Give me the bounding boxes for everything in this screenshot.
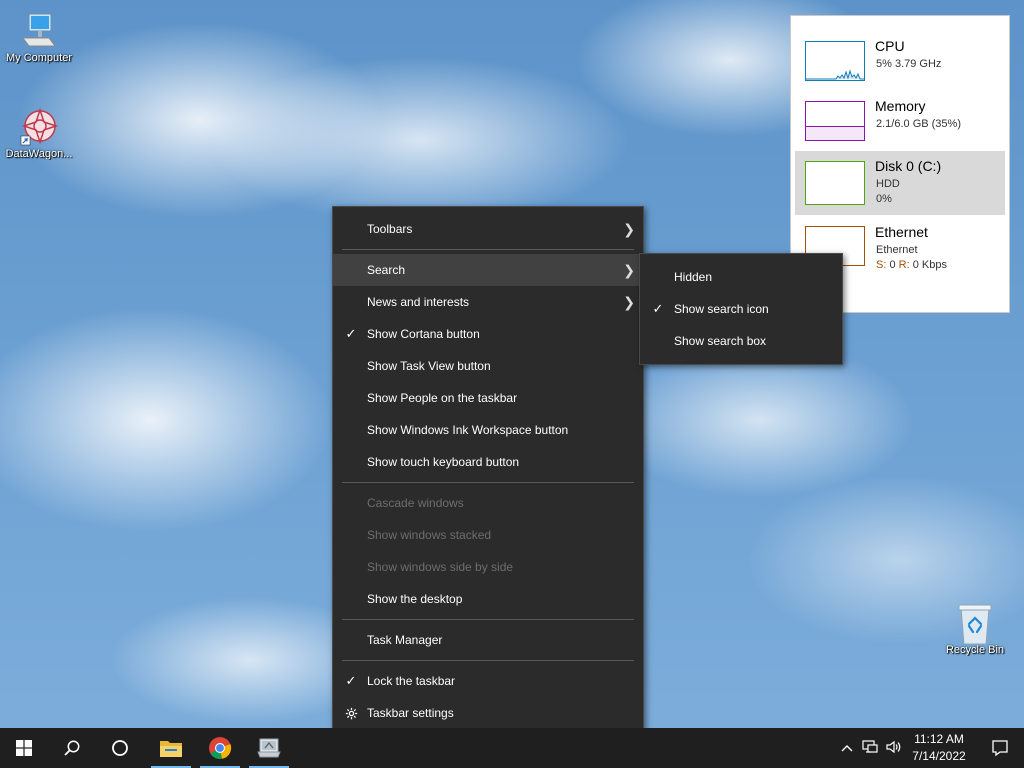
file-explorer-icon [160,741,182,757]
perf-disk[interactable]: Disk 0 (C:) HDD 0% [795,151,1005,215]
desktop-icon-datawagon[interactable]: DataWagon... [1,106,77,160]
menu-item-show-people[interactable]: Show People on the taskbar [333,382,643,414]
perf-name: Ethernet [876,244,918,256]
perf-title: Disk 0 (C:) [875,158,942,174]
datawagon-icon [19,106,59,146]
perf-detail: 2.1/6.0 GB (35%) [876,118,961,130]
app-icon [257,738,281,758]
memory-graph [805,101,865,141]
submenu-item-hidden[interactable]: Hidden [640,261,842,293]
gear-icon [344,697,358,729]
menu-separator [342,482,634,483]
desktop-icon-recycle-bin[interactable]: Recycle Bin [937,602,1013,656]
disk-graph [805,161,865,205]
clock[interactable]: 11:12 AM 7/14/2022 [905,731,973,765]
menu-item-label: Show search box [674,334,767,348]
menu-item-label: Show People on the taskbar [367,391,518,405]
menu-item-label: Task Manager [367,633,443,647]
recv-value: 0 Kbps [912,259,947,271]
menu-item-label: Show search icon [674,302,769,316]
volume-icon[interactable] [882,740,906,757]
system-tray [836,728,906,768]
cortana-icon [112,740,128,756]
menu-item-label: Taskbar settings [367,706,454,720]
perf-detail: 0% [876,193,892,205]
chevron-right-icon: ❯ [623,294,635,310]
submenu-item-show-search-icon[interactable]: ✓ Show search icon [640,293,842,325]
file-explorer-button[interactable] [147,728,195,768]
menu-separator [342,249,634,250]
chrome-icon [209,737,232,759]
menu-item-show-desktop[interactable]: Show the desktop [333,583,643,615]
menu-item-show-touch-keyboard[interactable]: Show touch keyboard button [333,446,643,478]
checkmark-icon: ✓ [345,326,357,341]
menu-item-lock-taskbar[interactable]: ✓ Lock the taskbar [333,665,643,697]
menu-item-label: Show the desktop [367,592,463,606]
menu-item-show-task-view-button[interactable]: Show Task View button [333,350,643,382]
perf-title: CPU [875,38,905,54]
chrome-button[interactable] [196,728,244,768]
menu-item-cascade-windows: Cascade windows [333,487,643,519]
search-submenu: Hidden ✓ Show search icon Show search bo… [639,253,843,365]
chevron-up-icon[interactable] [836,741,858,755]
search-icon [64,740,80,756]
menu-item-task-manager[interactable]: Task Manager [333,624,643,656]
menu-item-label: Show Windows Ink Workspace button [367,423,569,437]
chevron-right-icon: ❯ [623,221,635,237]
menu-item-label: Lock the taskbar [367,674,456,688]
menu-item-label: Cascade windows [367,496,464,510]
computer-icon [19,10,59,50]
menu-item-show-cortana-button[interactable]: ✓ Show Cortana button [333,318,643,350]
menu-item-label: Hidden [674,270,713,284]
menu-item-windows-side-by-side: Show windows side by side [333,551,643,583]
menu-item-label: News and interests [367,295,470,309]
network-icon[interactable] [858,739,882,757]
menu-item-toolbars[interactable]: Toolbars ❯ [333,213,643,245]
menu-item-label: Search [367,263,406,277]
menu-separator [342,660,634,661]
perf-memory[interactable]: Memory 2.1/6.0 GB (35%) [795,91,1005,151]
recycle-bin-icon [955,602,995,645]
app-button[interactable] [245,728,293,768]
checkmark-icon: ✓ [345,673,357,688]
menu-item-windows-stacked: Show windows stacked [333,519,643,551]
menu-item-label: Toolbars [367,222,413,236]
chevron-right-icon: ❯ [623,262,635,278]
menu-item-label: Show windows stacked [367,528,492,542]
desktop-icon-my-computer[interactable]: My Computer [1,10,77,64]
send-label: S: [876,259,887,271]
menu-item-news-and-interests[interactable]: News and interests ❯ [333,286,643,318]
taskbar[interactable]: 11:12 AM 7/14/2022 [0,728,1024,768]
perf-type: HDD [876,178,900,190]
menu-item-label: Show touch keyboard button [367,455,520,469]
submenu-item-show-search-box[interactable]: Show search box [640,325,842,357]
send-value: 0 [889,259,896,271]
cortana-button[interactable] [96,728,144,768]
cpu-graph [805,41,865,81]
perf-title: Ethernet [875,224,928,240]
menu-item-label: Show Cortana button [367,327,480,341]
perf-throughput: S: 0 R: 0 Kbps [876,259,947,271]
menu-item-show-ink-workspace[interactable]: Show Windows Ink Workspace button [333,414,643,446]
menu-item-label: Show windows side by side [367,560,514,574]
desktop-icon-label: DataWagon... [5,148,73,160]
perf-detail: 5% 3.79 GHz [876,58,942,70]
notification-icon [992,740,1008,757]
perf-cpu[interactable]: CPU 5% 3.79 GHz [795,31,1005,91]
menu-item-search[interactable]: Search ❯ [333,254,643,286]
taskbar-context-menu: Toolbars ❯ Search ❯ News and interests ❯… [332,206,644,736]
desktop-icon-label: My Computer [5,52,73,64]
start-button[interactable] [0,728,48,768]
perf-title: Memory [875,98,926,114]
clock-date: 7/14/2022 [912,749,966,763]
clock-time: 11:12 AM [914,732,964,746]
menu-item-label: Show Task View button [367,359,491,373]
search-button[interactable] [48,728,96,768]
checkmark-icon: ✓ [652,301,664,316]
recv-label: R: [898,259,910,271]
action-center-button[interactable] [976,728,1024,768]
menu-item-taskbar-settings[interactable]: Taskbar settings [333,697,643,729]
start-icon [16,740,32,756]
menu-separator [342,619,634,620]
